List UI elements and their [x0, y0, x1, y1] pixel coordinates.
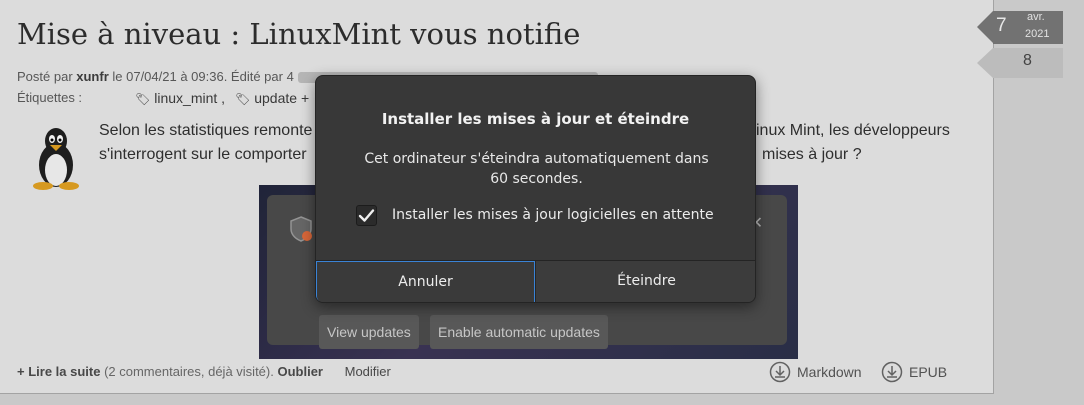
install-updates-option[interactable]: Installer les mises à jour logicielles e… [356, 204, 714, 226]
cancel-button[interactable]: Annuler [316, 261, 535, 302]
shutdown-dialog: Installer les mises à jour et éteindre C… [315, 75, 756, 303]
shutdown-button[interactable]: Éteindre [535, 261, 755, 302]
install-updates-label[interactable]: Installer les mises à jour logicielles e… [392, 207, 714, 223]
dialog-title: Installer les mises à jour et éteindre [381, 110, 690, 128]
dialog-message: Cet ordinateur s'éteindra automatiquemen… [364, 151, 709, 187]
checkmark-icon [358, 208, 375, 222]
install-updates-checkbox[interactable] [356, 204, 377, 226]
